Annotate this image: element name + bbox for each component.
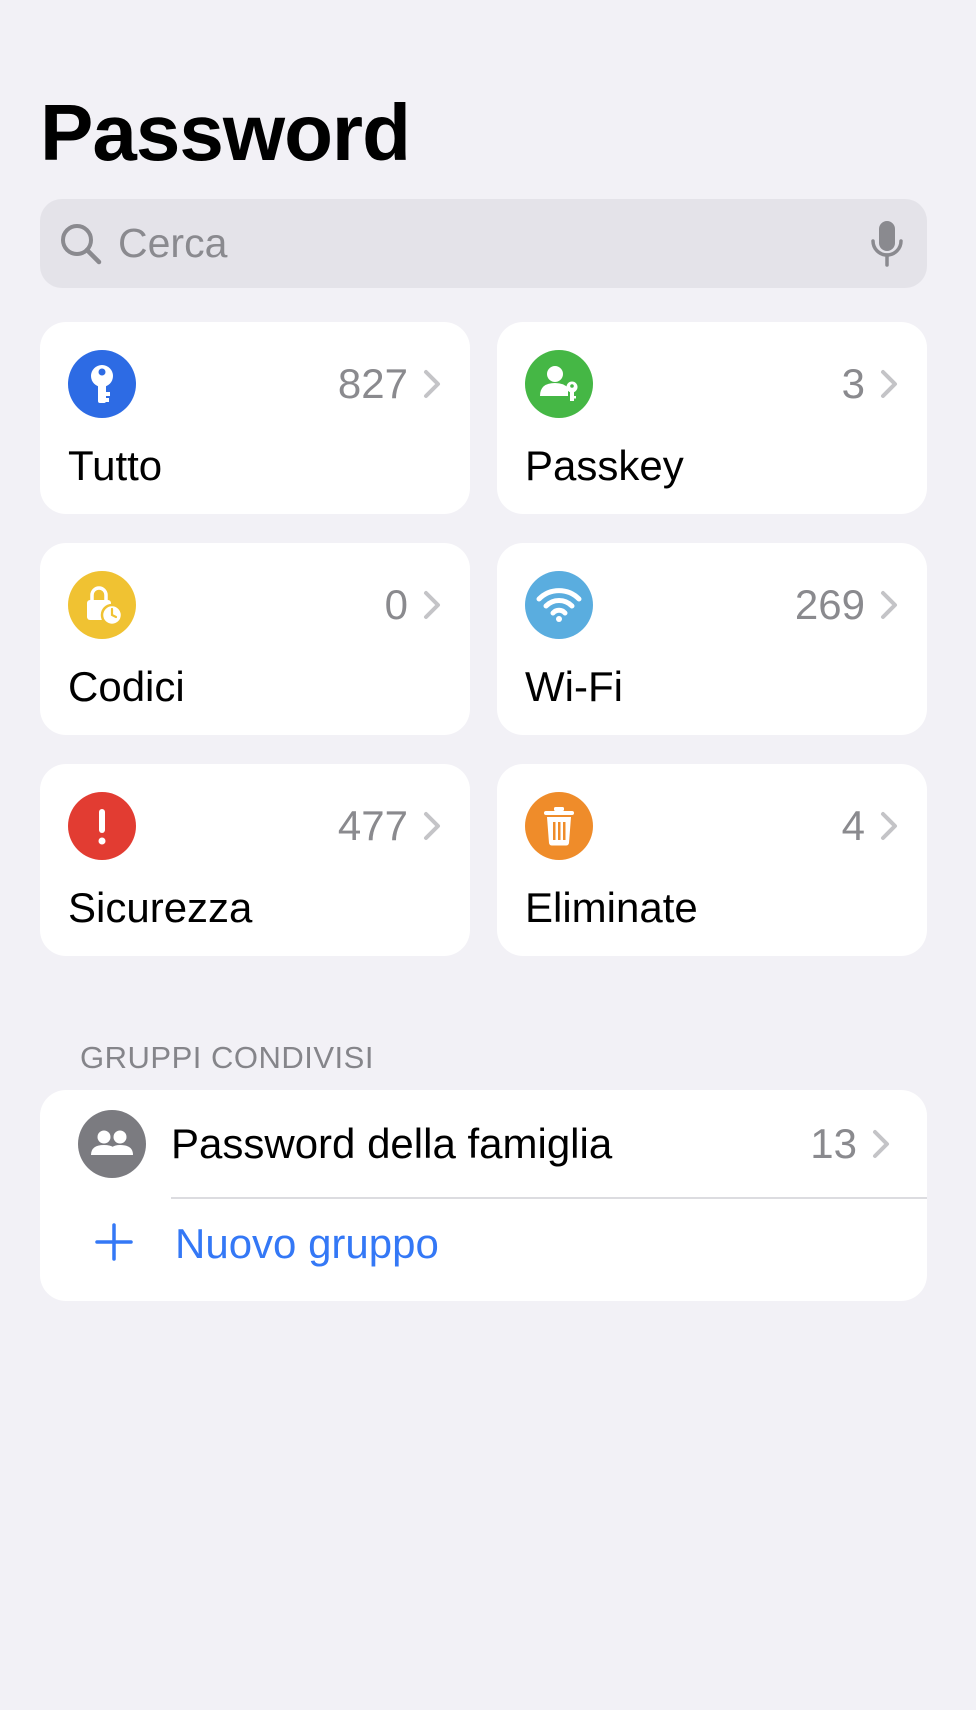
- category-label: Passkey: [525, 442, 684, 489]
- category-count: 269: [794, 581, 865, 628]
- people-icon: [78, 1110, 146, 1178]
- chevron-right-icon: [873, 1130, 889, 1158]
- category-card-tutto[interactable]: 827 Tutto: [40, 322, 470, 514]
- shared-groups-list: Password della famiglia 13 Nuovo gruppo: [40, 1090, 927, 1301]
- category-card-sicurezza[interactable]: 477 Sicurezza: [40, 764, 470, 956]
- key-icon: [68, 350, 136, 418]
- shared-group-row[interactable]: Password della famiglia 13: [40, 1090, 927, 1198]
- shared-group-label: Password della famiglia: [171, 1120, 613, 1167]
- category-label: Tutto: [68, 442, 163, 489]
- search-icon: [61, 224, 102, 265]
- category-count: 4: [841, 802, 865, 849]
- category-count: 0: [384, 581, 408, 628]
- category-card-wifi[interactable]: 269 Wi-Fi: [497, 543, 927, 735]
- category-card-passkey[interactable]: 3 Passkey: [497, 322, 927, 514]
- exclamation-icon: [68, 792, 136, 860]
- chevron-right-icon: [881, 812, 897, 840]
- chevron-right-icon: [424, 591, 440, 619]
- category-label: Wi-Fi: [525, 663, 623, 710]
- category-count: 827: [337, 360, 408, 407]
- category-label: Eliminate: [525, 884, 698, 931]
- plus-icon: [95, 1223, 133, 1261]
- category-label: Codici: [68, 663, 185, 710]
- person-key-icon: [525, 350, 593, 418]
- page-title: Password: [40, 88, 411, 177]
- section-header-shared-groups: GRUPPI CONDIVISI: [80, 1040, 374, 1075]
- wifi-icon: [525, 571, 593, 639]
- search-input[interactable]: [118, 199, 818, 288]
- new-group-label: Nuovo gruppo: [175, 1220, 439, 1267]
- chevron-right-icon: [881, 370, 897, 398]
- category-count: 3: [841, 360, 865, 407]
- chevron-right-icon: [424, 370, 440, 398]
- category-count: 477: [337, 802, 408, 849]
- new-group-button[interactable]: Nuovo gruppo: [40, 1198, 927, 1301]
- category-label: Sicurezza: [68, 884, 253, 931]
- chevron-right-icon: [881, 591, 897, 619]
- category-card-eliminate[interactable]: 4 Eliminate: [497, 764, 927, 956]
- microphone-icon[interactable]: [869, 219, 905, 269]
- search-bar[interactable]: [40, 199, 927, 288]
- shared-group-count: 13: [810, 1120, 857, 1167]
- trash-icon: [525, 792, 593, 860]
- lock-clock-icon: [68, 571, 136, 639]
- chevron-right-icon: [424, 812, 440, 840]
- category-card-codici[interactable]: 0 Codici: [40, 543, 470, 735]
